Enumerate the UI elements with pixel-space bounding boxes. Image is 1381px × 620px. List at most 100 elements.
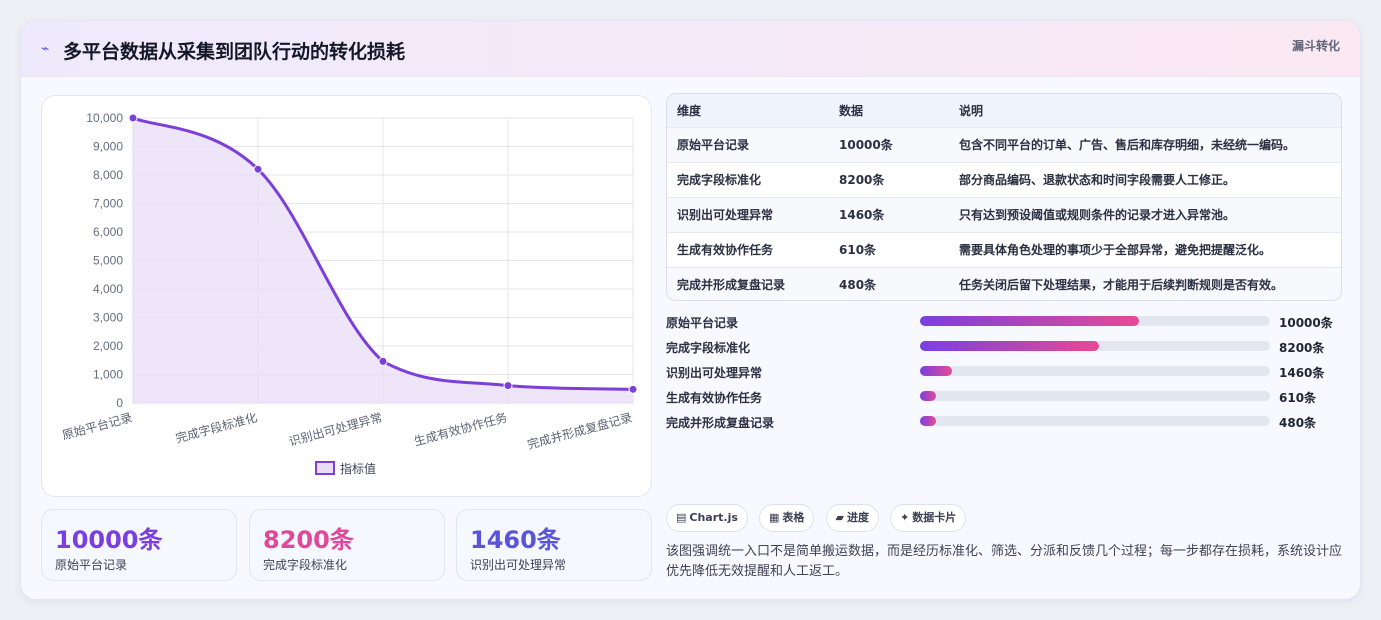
cell-dimension: 完成字段标准化	[677, 173, 762, 187]
progress-track	[920, 416, 1270, 426]
footnote: 该图强调统一入口不是简单搬运数据，而是经历标准化、筛选、分派和反馈几个过程；每一…	[666, 544, 1343, 579]
kpi-label: 原始平台记录	[55, 558, 128, 572]
cell-note: 部分商品编码、退款状态和时间字段需要人工修正。	[959, 173, 1236, 187]
progress-label: 生成有效协作任务	[666, 391, 763, 405]
y-tick-label: 6,000	[93, 225, 123, 239]
header-tag: 漏斗转化	[1291, 39, 1340, 53]
progress-fill	[920, 366, 952, 376]
table-row: 原始平台记录 10000条 包含不同平台的订单、广告、售后和库存明细，未经统一编…	[667, 127, 1341, 162]
kpi-label: 识别出可处理异常	[470, 558, 567, 572]
y-tick-label: 9,000	[93, 140, 123, 154]
y-tick-label: 10,000	[86, 111, 123, 125]
kpi-card: 8200条 完成字段标准化	[249, 509, 445, 581]
chip-label: Chart.js	[689, 511, 738, 524]
kpi-value: 10000条	[55, 526, 163, 554]
y-tick-label: 2,000	[93, 339, 123, 353]
cell-note: 只有达到预设阈值或规则条件的记录才进入异常池。	[959, 208, 1236, 222]
progress-value: 10000条	[1279, 316, 1333, 330]
column-header: 维度	[677, 103, 702, 118]
table-row: 完成字段标准化 8200条 部分商品编码、退款状态和时间字段需要人工修正。	[667, 162, 1341, 197]
chip-label: 数据卡片	[912, 511, 957, 524]
column-header: 说明	[959, 103, 984, 118]
progress-track	[920, 391, 1270, 401]
chart-icon: ▤	[676, 511, 687, 524]
progress-row: 完成并形成复盘记录 480条	[666, 411, 1342, 436]
y-tick-label: 7,000	[93, 197, 123, 211]
kpi-card: 10000条 原始平台记录	[41, 509, 237, 581]
progress-fill	[920, 416, 936, 426]
table-row: 识别出可处理异常 1460条 只有达到预设阈值或规则条件的记录才进入异常池。	[667, 197, 1341, 232]
cell-dimension: 完成并形成复盘记录	[677, 278, 786, 293]
progress-icon: ▰	[835, 511, 844, 524]
y-tick-label: 0	[116, 396, 123, 410]
table-row: 完成并形成复盘记录 480条 任务关闭后留下处理结果，才能用于后续判断规则是否有…	[667, 267, 1341, 300]
kpi-value: 8200条	[263, 526, 354, 554]
kpi-value: 1460条	[470, 526, 561, 554]
chip-chartjs[interactable]: ▤ Chart.js	[666, 504, 748, 532]
chip-table[interactable]: ▦ 表格	[759, 504, 815, 532]
x-tick-label: 识别出可处理异常	[287, 410, 383, 448]
cell-dimension: 原始平台记录	[677, 138, 750, 152]
progress-label: 完成字段标准化	[666, 341, 751, 355]
data-table: 维度 数据 说明 原始平台记录 10000条 包含不同平台的订单、广告、售后和库…	[666, 93, 1342, 301]
legend-swatch	[315, 461, 335, 475]
progress-label: 原始平台记录	[666, 316, 739, 330]
progress-value: 1460条	[1279, 366, 1325, 380]
y-tick-label: 3,000	[93, 311, 123, 325]
cell-note: 包含不同平台的订单、广告、售后和库存明细，未经统一编码。	[959, 138, 1296, 152]
chip-data-card[interactable]: ✦ 数据卡片	[890, 504, 967, 532]
card-title: 多平台数据从采集到团队行动的转化损耗	[63, 41, 406, 63]
data-point	[253, 164, 263, 174]
y-tick-label: 8,000	[93, 168, 123, 182]
chip-label: 进度	[846, 511, 869, 524]
progress-label: 识别出可处理异常	[666, 366, 763, 380]
progress-value: 610条	[1279, 391, 1317, 405]
cell-data: 10000条	[839, 138, 893, 152]
progress-fill	[920, 341, 1100, 351]
x-tick-label: 完成并形成复盘记录	[526, 409, 634, 451]
cell-note: 需要具体角色处理的事项少于全部异常，避免把提醒泛化。	[959, 243, 1272, 257]
x-tick-label: 原始平台记录	[60, 409, 133, 442]
data-point	[378, 356, 388, 366]
x-tick-label: 完成字段标准化	[174, 409, 259, 445]
cell-note: 任务关闭后留下处理结果，才能用于后续判断规则是否有效。	[959, 278, 1284, 293]
progress-track	[920, 341, 1270, 351]
cell-dimension: 生成有效协作任务	[677, 243, 774, 257]
progress-fill	[920, 391, 936, 401]
legend-label: 指标值	[340, 461, 376, 476]
chip-progress[interactable]: ▰ 进度	[825, 504, 879, 532]
column-header: 数据	[839, 103, 864, 118]
progress-track	[920, 316, 1270, 326]
card-header: ⌁ 多平台数据从采集到团队行动的转化损耗 漏斗转化	[21, 21, 1360, 77]
data-point	[128, 113, 138, 123]
data-point	[628, 384, 638, 394]
sparkle-icon: ✦	[900, 511, 910, 524]
chart-line-icon: ⌁	[41, 41, 50, 57]
line-chart: 0 1,000 2,000 3,000 4,000 5,000 6,000 7,000 8,00…	[41, 95, 652, 497]
funnel-card: ⌁ 多平台数据从采集到团队行动的转化损耗 漏斗转化 0 1,000 2,000 3,0…	[20, 20, 1361, 600]
progress-bars: 原始平台记录 10000条 完成字段标准化 8200条 识别出可处理异常 146…	[666, 311, 1342, 436]
data-point	[503, 381, 513, 391]
tech-chips: ▤ Chart.js ▦ 表格 ▰ 进度 ✦ 数据卡片	[666, 504, 972, 532]
y-tick-label: 1,000	[93, 368, 123, 382]
chart-svg: 0 1,000 2,000 3,000 4,000 5,000 6,000 7,000 8,00…	[60, 111, 638, 476]
kpi-card: 1460条 识别出可处理异常	[456, 509, 652, 581]
cell-data: 1460条	[839, 208, 885, 222]
progress-row: 完成字段标准化 8200条	[666, 336, 1342, 361]
progress-value: 480条	[1279, 416, 1317, 430]
table-row: 生成有效协作任务 610条 需要具体角色处理的事项少于全部异常，避免把提醒泛化。	[667, 232, 1341, 267]
cell-data: 8200条	[839, 173, 885, 187]
y-tick-label: 5,000	[93, 254, 123, 268]
progress-label: 完成并形成复盘记录	[666, 416, 775, 430]
progress-row: 识别出可处理异常 1460条	[666, 361, 1342, 386]
progress-row: 原始平台记录 10000条	[666, 311, 1342, 336]
cell-data: 610条	[839, 243, 877, 257]
table-icon: ▦	[769, 511, 780, 524]
x-tick-label: 生成有效协作任务	[412, 409, 509, 448]
progress-track	[920, 366, 1270, 376]
table-header-row: 维度 数据 说明	[667, 94, 1341, 127]
cell-data: 480条	[839, 278, 877, 293]
kpi-label: 完成字段标准化	[263, 558, 348, 572]
chip-label: 表格	[782, 511, 805, 524]
progress-row: 生成有效协作任务 610条	[666, 386, 1342, 411]
